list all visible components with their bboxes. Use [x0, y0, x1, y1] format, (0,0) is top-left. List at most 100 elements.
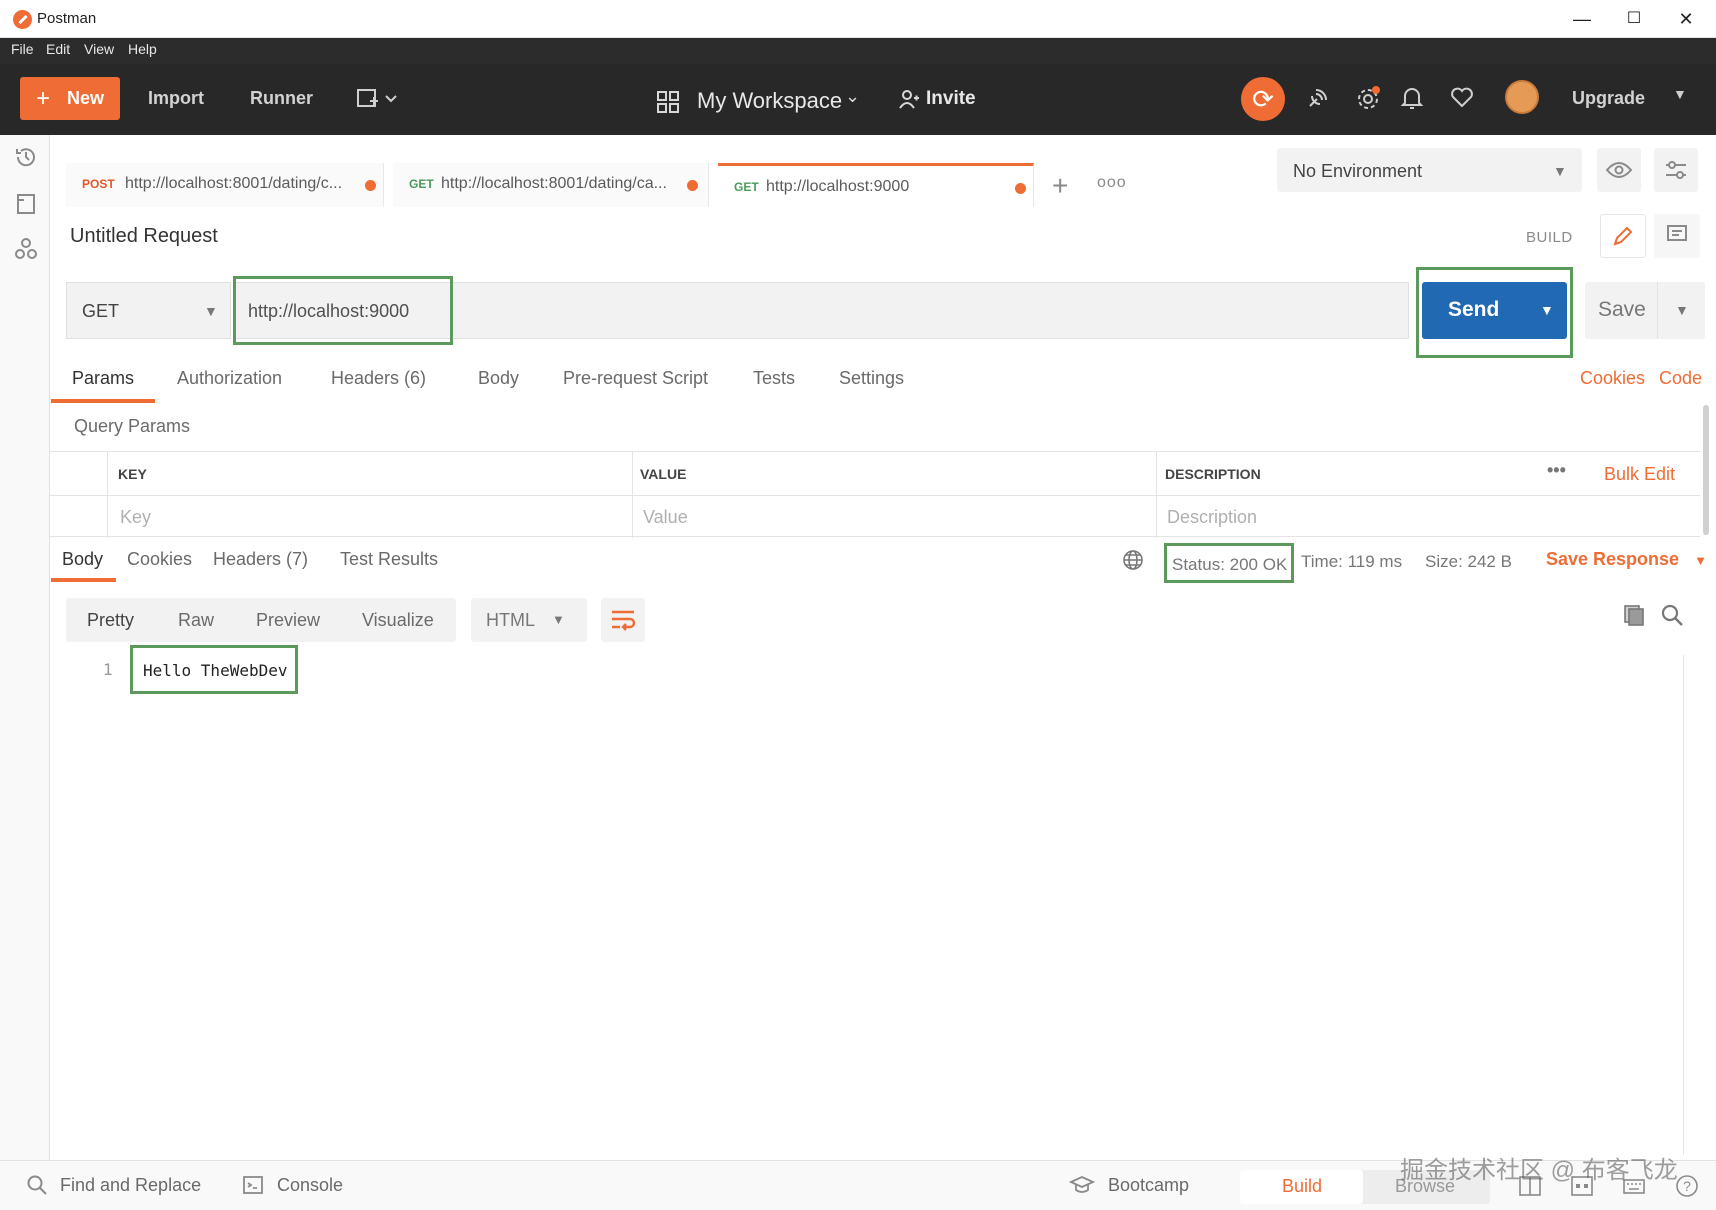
query-params-title: Query Params [74, 416, 191, 436]
bell-icon[interactable] [1400, 85, 1424, 117]
request-tab[interactable]: POST http://localhost:8001/dating/c... [66, 163, 384, 207]
line-number: 1 [103, 660, 113, 679]
build-mode-button[interactable]: Build [1282, 1176, 1322, 1197]
chevron-down-icon: ▼ [204, 303, 218, 319]
tab-headers[interactable]: Headers (6) [331, 368, 426, 389]
collections-icon[interactable] [14, 192, 38, 216]
method-select[interactable]: GET ▼ [66, 282, 231, 339]
edit-button[interactable] [1600, 214, 1646, 258]
code-link[interactable]: Code [1659, 368, 1702, 389]
console-icon [242, 1174, 264, 1202]
format-visualize[interactable]: Visualize [362, 610, 434, 631]
copy-icon[interactable] [1622, 603, 1646, 632]
console-button[interactable]: Console [277, 1175, 343, 1196]
upgrade-button[interactable]: Upgrade [1572, 88, 1645, 109]
menu-file[interactable]: File [11, 41, 34, 57]
format-tabs: Pretty Raw Preview Visualize [66, 598, 456, 642]
response-tab-body[interactable]: Body [62, 549, 103, 570]
response-body-highlight: Hello TheWebDev [130, 645, 298, 694]
chevron-down-icon: ⌄ [845, 86, 861, 106]
workspace-label: My Workspace [697, 88, 843, 113]
save-response-button[interactable]: Save Response ▼ [1546, 549, 1707, 573]
key-input[interactable]: Key [120, 507, 151, 528]
response-body-line[interactable]: Hello TheWebDev [143, 661, 288, 680]
avatar[interactable] [1505, 80, 1539, 114]
request-tab-active[interactable]: GET http://localhost:9000 [718, 163, 1034, 207]
wrap-lines-icon[interactable] [601, 598, 645, 642]
response-time: Time: 119 ms [1301, 552, 1403, 571]
sliders-icon[interactable] [1654, 148, 1698, 192]
import-button[interactable]: Import [148, 88, 204, 109]
tab-tests[interactable]: Tests [753, 368, 795, 389]
chevron-down-icon: ▼ [1694, 553, 1707, 568]
maximize-button[interactable]: ☐ [1610, 6, 1658, 32]
tab-pre-request-script[interactable]: Pre-request Script [563, 368, 708, 389]
grid-icon [657, 91, 679, 113]
response-tab-cookies[interactable]: Cookies [127, 549, 192, 570]
runner-button[interactable]: Runner [250, 88, 313, 109]
heart-icon[interactable] [1450, 86, 1474, 114]
save-dropdown-icon[interactable]: ▼ [1675, 302, 1689, 318]
add-user-icon [899, 90, 919, 109]
response-tab-headers[interactable]: Headers (7) [213, 549, 308, 570]
minimize-button[interactable]: — [1558, 6, 1606, 32]
value-input[interactable]: Value [643, 507, 688, 528]
title-bar: Postman — ☐ ✕ [0, 0, 1716, 38]
help-icon[interactable]: ? [1675, 1174, 1699, 1203]
scrollbar[interactable] [1703, 405, 1709, 535]
format-pretty[interactable]: Pretty [87, 610, 134, 631]
unsaved-dot [1015, 183, 1026, 194]
active-tab-underline [51, 399, 155, 403]
tab-method: POST [82, 177, 115, 191]
more-tabs-icon[interactable]: ooo [1097, 174, 1127, 192]
format-preview[interactable]: Preview [256, 610, 320, 631]
tab-settings[interactable]: Settings [839, 368, 904, 389]
globe-icon[interactable] [1122, 549, 1144, 576]
description-input[interactable]: Description [1167, 507, 1257, 528]
postman-logo-icon [13, 10, 32, 29]
language-select[interactable]: HTML ▼ [471, 598, 587, 642]
gear-icon[interactable] [1355, 85, 1381, 117]
add-tab-icon[interactable]: + [1052, 170, 1068, 202]
apis-icon[interactable] [14, 237, 38, 261]
send-highlight [1416, 267, 1573, 358]
bulk-edit-link[interactable]: Bulk Edit [1604, 464, 1675, 485]
cookies-link[interactable]: Cookies [1580, 368, 1645, 389]
sync-icon[interactable]: ⟳ [1241, 77, 1285, 121]
query-params-table: KEY VALUE DESCRIPTION ••• Bulk Edit Key … [50, 451, 1700, 538]
watermark: 掘金技术社区 @ 布客飞龙 [1400, 1157, 1678, 1184]
request-name[interactable]: Untitled Request [70, 225, 218, 248]
close-button[interactable]: ✕ [1662, 6, 1710, 32]
eye-icon[interactable] [1597, 148, 1641, 192]
column-header-description: DESCRIPTION [1165, 466, 1261, 482]
response-size: Size: 242 B [1425, 552, 1512, 571]
column-header-value: VALUE [640, 466, 687, 482]
search-icon[interactable] [1660, 603, 1684, 632]
bootcamp-button[interactable]: Bootcamp [1108, 1175, 1189, 1196]
response-tab-test-results[interactable]: Test Results [340, 549, 438, 570]
new-button[interactable]: + New [20, 77, 120, 120]
request-tab[interactable]: GET http://localhost:8001/dating/ca... [393, 163, 709, 207]
history-icon[interactable] [14, 145, 38, 169]
menu-edit[interactable]: Edit [46, 41, 70, 57]
tab-body[interactable]: Body [478, 368, 519, 389]
menu-help[interactable]: Help [128, 41, 157, 57]
left-sidebar [0, 135, 50, 1160]
svg-text:?: ? [1683, 1178, 1691, 1194]
app-header: + New Import Runner My Workspace ⌄ Invit… [0, 64, 1716, 135]
new-window-button[interactable] [356, 88, 400, 115]
save-button[interactable]: Save ▼ [1585, 282, 1705, 339]
comments-button[interactable] [1654, 214, 1700, 258]
tab-params[interactable]: Params [72, 368, 134, 389]
environment-select[interactable]: No Environment ▼ [1277, 148, 1582, 192]
unsaved-dot [365, 180, 376, 191]
format-raw[interactable]: Raw [178, 610, 214, 631]
menu-view[interactable]: View [84, 41, 114, 57]
upgrade-dropdown-icon[interactable]: ▼ [1673, 86, 1687, 102]
satellite-icon[interactable] [1306, 86, 1330, 116]
find-replace-button[interactable]: Find and Replace [60, 1175, 201, 1196]
tab-authorization[interactable]: Authorization [177, 368, 282, 389]
more-options-icon[interactable]: ••• [1547, 460, 1566, 481]
build-label: BUILD [1526, 229, 1573, 246]
column-header-key: KEY [118, 466, 147, 482]
